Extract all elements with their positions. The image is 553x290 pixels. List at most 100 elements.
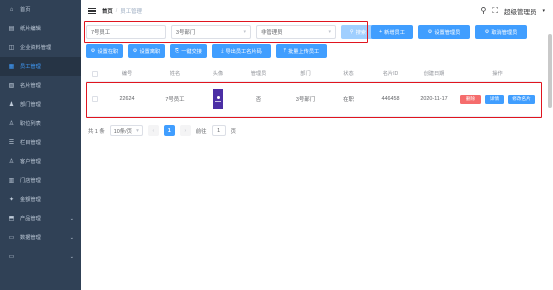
more-icon: ▭ — [8, 253, 15, 260]
sidebar-item-label: 金额管理 — [20, 197, 41, 203]
sidebar-item-label: 职位列表 — [20, 121, 41, 127]
sidebar-item-label: 员工管理 — [20, 64, 41, 70]
button-icon: + — [379, 29, 383, 35]
chevron-down-icon[interactable]: ▾ — [542, 8, 545, 14]
top-header: 首页 / 员工管理 ⚲ ⛶ 超级管理员 ▾ — [81, 0, 553, 22]
sidebar-item-label: 产品管理 — [20, 216, 41, 222]
sidebar-item-label: 名片管理 — [20, 83, 41, 89]
sidebar-item[interactable]: ♙ 客户管理 — [0, 152, 81, 171]
search-button[interactable]: ⚲ 搜索 — [341, 25, 375, 39]
search-icon: ⚲ — [349, 29, 354, 35]
employee-table: 编号 姓名 头像 管理员 部门 状态 名片ID 创建日期 操作 22624 7号… — [86, 66, 541, 117]
column-header: 编号 — [121, 71, 133, 77]
breadcrumb-separator: / — [115, 8, 118, 14]
column-header: 部门 — [300, 71, 311, 77]
sidebar-item[interactable]: ▥ 门店管理 — [0, 171, 81, 190]
next-page-button[interactable]: › — [179, 125, 191, 136]
export-card-code-button[interactable]: ⤓ 导出员工名片码 — [212, 44, 271, 58]
select-all-checkbox[interactable] — [92, 70, 98, 77]
page-size-value: 10条/页 — [113, 128, 133, 135]
handover-button[interactable]: ⎘ 一键交接 — [170, 44, 207, 58]
breadcrumb-current: 员工管理 — [120, 9, 142, 15]
button-icon: ⚙ — [132, 48, 138, 54]
button-label: 批量上传员工 — [288, 48, 320, 55]
sidebar-item-label: 数据管理 — [20, 235, 41, 241]
department-select-value: 3号部门 — [176, 30, 196, 36]
chevron-down-icon: ⌄ — [69, 234, 74, 241]
cell-status: 在职 — [343, 97, 354, 103]
department-select[interactable]: 3号部门 ▾ — [171, 25, 251, 39]
chevron-down-icon: ⌄ — [69, 253, 74, 260]
scrollbar[interactable] — [548, 24, 552, 118]
prev-page-button[interactable]: ‹ — [147, 125, 159, 136]
user-menu[interactable]: 超级管理员 — [504, 6, 537, 16]
detail-button[interactable]: 详情 — [485, 94, 504, 104]
sidebar-item[interactable]: ⬒ 产品管理 ⌄ — [0, 209, 81, 228]
pagination: 共 1 条 10条/页 ▾ ‹ 1 › 前往 1 页 — [88, 125, 236, 136]
admin-role-select-value: 非管理员 — [261, 30, 283, 36]
star-icon: ✦ — [8, 196, 15, 203]
pagination-total: 共 1 条 — [88, 128, 105, 135]
breadcrumb: 首页 / 员工管理 — [102, 7, 142, 15]
search-icon[interactable]: ⚲ — [481, 7, 487, 15]
chevron-down-icon: ▾ — [243, 29, 246, 35]
button-label: 新增员工 — [384, 29, 405, 36]
add-employee-button[interactable]: + 新增员工 — [371, 25, 413, 39]
sidebar-item-label: 客户管理 — [20, 159, 41, 165]
sidebar-item-label: 首页 — [20, 7, 31, 13]
search-button-label: 搜索 — [355, 29, 367, 36]
table-header: 编号 姓名 头像 管理员 部门 状态 名片ID 创建日期 操作 — [86, 66, 541, 82]
sidebar-item[interactable]: ♟ 部门管理 — [0, 95, 81, 114]
sidebar-item[interactable]: ⌂ 首页 — [0, 0, 81, 19]
button-label: 设置在职 — [97, 48, 119, 55]
sidebar-item[interactable]: ◫ 企业资料管理 — [0, 38, 81, 57]
sidebar-item[interactable]: ▭ 数据管理 ⌄ — [0, 228, 81, 247]
cancel-admin-button[interactable]: ⚙ 取消管理员 — [475, 25, 527, 39]
row-checkbox[interactable] — [92, 96, 98, 102]
store-icon: ▥ — [8, 177, 15, 184]
set-admin-button[interactable]: ⚙ 设置管理员 — [418, 25, 470, 39]
chevron-down-icon: ⌄ — [69, 215, 74, 222]
batch-upload-button[interactable]: ⤒ 批量上传员工 — [276, 44, 327, 58]
hamburger-menu-icon[interactable] — [88, 8, 96, 14]
set-resigned-button[interactable]: ⚙ 设置离职 — [128, 44, 165, 58]
filter-bar: 7号员工 3号部门 ▾ 非管理员 ▾ ⚲ 搜索 — [86, 25, 375, 39]
sidebar-item[interactable]: ✦ 金额管理 — [0, 190, 81, 209]
breadcrumb-home[interactable]: 首页 — [102, 7, 113, 15]
scrollbar-thumb[interactable] — [548, 34, 552, 108]
goto-page-input[interactable]: 1 — [211, 125, 226, 136]
sidebar-item-label: 企业资料管理 — [20, 45, 52, 51]
sidebar: ⌂ 首页 ▤ 纸片编辑 ◫ 企业资料管理 ▦ 员工管理 ▧ 名片管理 ♟ 部门管理 ♙ 职位列表 ☰ 栏目管理… — [0, 0, 81, 290]
column-header: 头像 — [212, 71, 224, 77]
button-label: 一键交接 — [181, 48, 202, 55]
page-size-select[interactable]: 10条/页 ▾ — [109, 125, 143, 136]
user-group-icon: ▦ — [8, 63, 15, 70]
edit-card-button[interactable]: 修改名片 — [508, 94, 535, 104]
org-icon: ♟ — [8, 101, 15, 108]
fullscreen-icon[interactable]: ⛶ — [492, 7, 498, 15]
set-active-button[interactable]: ⚙ 设置在职 — [86, 44, 123, 58]
employee-name-input[interactable]: 7号员工 — [86, 25, 166, 39]
card-icon: ▧ — [8, 82, 15, 89]
sidebar-item[interactable]: ▧ 名片管理 — [0, 76, 81, 95]
goto-label: 前往 — [195, 128, 207, 135]
sidebar-item[interactable]: ▤ 纸片编辑 — [0, 19, 81, 38]
sidebar-item[interactable]: ☰ 栏目管理 — [0, 133, 81, 152]
sidebar-item-label: 纸片编辑 — [20, 26, 41, 32]
header-right: ⚲ ⛶ 超级管理员 ▾ — [481, 6, 545, 17]
toolbar-row-2: ⚙ 设置在职 ⚙ 设置离职 ⎘ 一键交接 ⤓ 导出员工名片码 ⤒ 批量上传员工 — [86, 44, 327, 58]
chart-icon: ▭ — [8, 234, 15, 241]
sidebar-item-label: 部门管理 — [20, 102, 41, 108]
delete-button[interactable]: 删除 — [460, 94, 481, 104]
sidebar-item[interactable]: ▦ 员工管理 — [0, 57, 81, 76]
cell-id: 22624 — [119, 96, 135, 102]
cell-admin: 否 — [255, 97, 262, 103]
admin-role-select[interactable]: 非管理员 ▾ — [256, 25, 336, 39]
column-header: 姓名 — [169, 71, 181, 77]
sidebar-item[interactable]: ♙ 职位列表 — [0, 114, 81, 133]
button-label: 设置管理员 — [434, 29, 461, 36]
page-suffix: 页 — [230, 128, 236, 135]
sidebar-item[interactable]: ▭ ⌄ — [0, 247, 81, 266]
page-number-current[interactable]: 1 — [163, 125, 175, 136]
table-row[interactable]: 22624 7号员工 否 3号部门 在职 446458 2020-11-17 删… — [86, 82, 541, 117]
